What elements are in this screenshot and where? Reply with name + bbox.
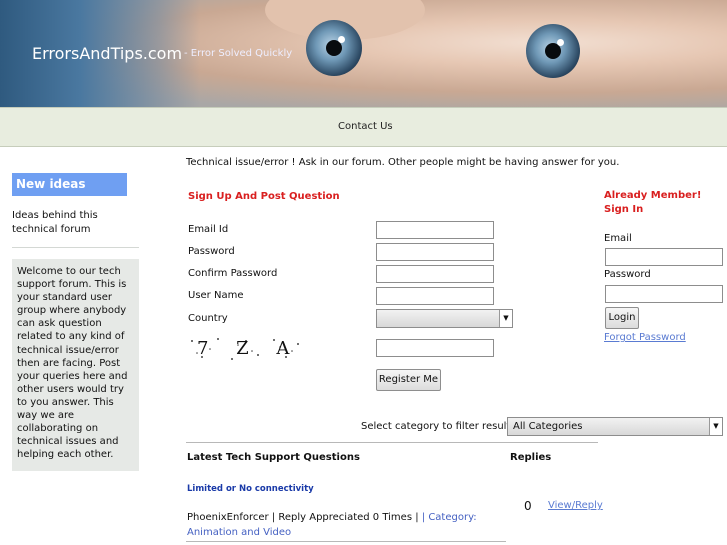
sidebar-welcome-text: Welcome to our tech support forum. This … (17, 266, 128, 461)
login-email-field[interactable] (605, 248, 723, 266)
chevron-down-icon: ▼ (709, 418, 722, 435)
sidebar-heading: New ideas (12, 173, 127, 196)
confirm-password-label: Confirm Password (188, 268, 278, 279)
category-filter-value: All Categories (513, 421, 583, 432)
site-header: ErrorsAndTips.com - Error Solved Quickly (0, 0, 727, 107)
password-field[interactable] (376, 243, 494, 261)
intro-text: Technical issue/error ! Ask in our forum… (186, 157, 620, 168)
question-meta: PhoenixEnforcer | Reply Appreciated 0 Ti… (187, 510, 507, 540)
captcha-image: 7 Z A (188, 335, 306, 363)
nav-contact-link[interactable]: Contact Us (338, 121, 393, 132)
login-password-field[interactable] (605, 285, 723, 303)
login-heading: Already Member! Sign In (604, 190, 702, 215)
question-title-link[interactable]: Limited or No connectivity (187, 484, 314, 494)
view-reply-link[interactable]: View/Reply (548, 500, 603, 511)
sidebar-welcome-box: Welcome to our tech support forum. This … (12, 259, 139, 471)
login-button[interactable]: Login (605, 307, 639, 329)
site-tagline: - Error Solved Quickly (184, 48, 293, 59)
login-password-label: Password (604, 269, 651, 280)
filter-divider (186, 442, 598, 443)
country-label: Country (188, 313, 228, 324)
country-select[interactable]: ▼ (376, 309, 513, 328)
username-label: User Name (188, 290, 244, 301)
email-field[interactable] (376, 221, 494, 239)
header-image-eye-right (526, 24, 580, 78)
question-reply-count: 0 (524, 499, 532, 513)
register-button[interactable]: Register Me (376, 369, 441, 391)
password-label: Password (188, 246, 235, 257)
filter-label: Select category to filter results (361, 421, 516, 432)
question-author-info: PhoenixEnforcer | Reply Appreciated 0 Ti… (187, 512, 422, 523)
forgot-password-link[interactable]: Forgot Password (604, 332, 686, 343)
header-image-eye-left (306, 20, 362, 76)
questions-header: Latest Tech Support Questions (187, 452, 360, 463)
captcha-field[interactable] (376, 339, 494, 357)
email-label: Email Id (188, 224, 229, 235)
login-email-label: Email (604, 233, 632, 244)
nav-bar: Contact Us (0, 107, 727, 147)
replies-header: Replies (510, 452, 552, 463)
question-divider (186, 541, 506, 542)
sidebar-divider (12, 247, 139, 248)
sidebar-ideas-text: Ideas behind this technical forum (12, 210, 98, 235)
signup-heading: Sign Up And Post Question (188, 191, 340, 202)
username-field[interactable] (376, 287, 494, 305)
site-title[interactable]: ErrorsAndTips.com (32, 44, 182, 63)
chevron-down-icon: ▼ (499, 310, 512, 327)
confirm-password-field[interactable] (376, 265, 494, 283)
captcha-text: 7 Z A (197, 338, 301, 359)
category-filter-select[interactable]: All Categories ▼ (507, 417, 723, 436)
